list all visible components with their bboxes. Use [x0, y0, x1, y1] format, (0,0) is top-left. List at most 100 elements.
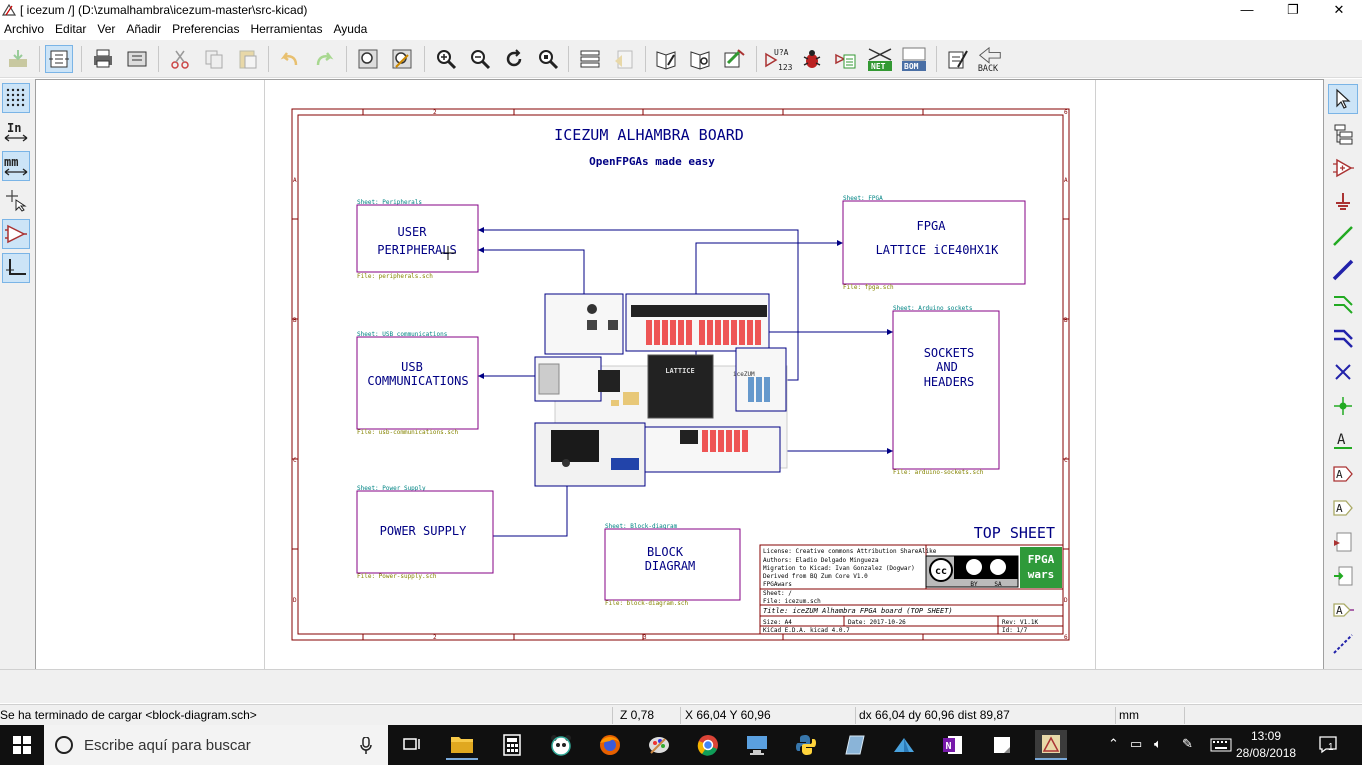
sheet-block-file: File: block-diagram.sch	[605, 600, 688, 607]
schematic-canvas[interactable]: A B C D A B C D 2 6 2 3 6 ICEZUM ALHAMBR…	[35, 79, 1324, 670]
action-center-icon[interactable]: 1	[1318, 734, 1342, 756]
redo-icon[interactable]	[310, 45, 338, 73]
footprint-assign-icon[interactable]	[832, 45, 860, 73]
annotate-schematic-icon[interactable]	[720, 45, 748, 73]
grid-toggle-icon[interactable]	[2, 83, 30, 113]
hierarchy-tree-icon[interactable]	[1328, 119, 1358, 149]
sheet-usb-line1: USB	[401, 360, 423, 374]
close-button[interactable]: ✕	[1316, 0, 1362, 19]
annotate-sub: 123	[778, 63, 792, 72]
hidden-pins-icon[interactable]	[2, 219, 30, 249]
svg-text:A: A	[1336, 604, 1343, 617]
menu-archivo[interactable]: Archivo	[0, 19, 51, 40]
leave-sheet-icon[interactable]	[610, 45, 638, 73]
junction-icon[interactable]	[1328, 391, 1358, 421]
tray-keyboard-icon[interactable]	[1210, 738, 1232, 752]
menu-editar[interactable]: Editar	[51, 19, 93, 40]
bus-to-bus-entry-icon[interactable]	[1328, 323, 1358, 353]
right-tools-toolbar: A A A A	[1324, 79, 1362, 669]
bom-icon[interactable]: BOM	[900, 45, 928, 73]
global-label-icon[interactable]: A	[1328, 459, 1358, 489]
chrome-icon[interactable]	[692, 730, 724, 760]
undo-icon[interactable]	[276, 45, 304, 73]
graphic-line-icon[interactable]	[1328, 629, 1358, 659]
menu-preferencias[interactable]: Preferencias	[168, 19, 246, 40]
units-inch-label: In	[7, 121, 21, 135]
file-explorer-icon[interactable]	[446, 730, 478, 760]
taskbar-search-box[interactable]: Escribe aquí para buscar	[44, 725, 388, 765]
bug-icon[interactable]	[798, 45, 826, 73]
paste-icon[interactable]	[234, 45, 262, 73]
cut-icon[interactable]	[166, 45, 194, 73]
find-replace-icon[interactable]	[388, 45, 416, 73]
main-toolbar: U?A 123 NET BOM BACK	[0, 40, 1362, 78]
tray-battery-icon[interactable]: ▭	[1130, 736, 1142, 752]
tray-volume-icon[interactable]: 🔈︎	[1154, 736, 1162, 752]
hierarchical-sheet-icon[interactable]	[1328, 527, 1358, 557]
title-block: License: Creative commons Attribution Sh…	[759, 544, 1064, 635]
horizontal-scroll-area[interactable]	[0, 669, 1362, 703]
calculator-icon[interactable]	[496, 730, 528, 760]
menu-herramientas[interactable]: Herramientas	[246, 19, 329, 40]
redraw-icon[interactable]	[500, 45, 528, 73]
task-view-icon[interactable]	[396, 730, 428, 760]
add-label-icon[interactable]: A	[1328, 425, 1358, 455]
add-component-icon[interactable]	[1328, 153, 1358, 183]
netlist-icon[interactable]: NET	[866, 45, 894, 73]
library-browser-icon[interactable]	[686, 45, 714, 73]
minimize-button[interactable]: —	[1224, 0, 1270, 19]
menu-ayuda[interactable]: Ayuda	[329, 19, 374, 40]
svg-text:A: A	[1336, 502, 1343, 515]
panda-app-icon[interactable]	[545, 730, 577, 760]
remote-desktop-icon[interactable]	[741, 730, 773, 760]
units-mm-button[interactable]: mm	[2, 151, 30, 181]
no-connect-icon[interactable]	[1328, 357, 1358, 387]
sticky-notes-icon[interactable]	[986, 730, 1018, 760]
start-button[interactable]	[0, 725, 44, 765]
hierarchy-icon[interactable]	[576, 45, 604, 73]
import-sheet-pin-icon[interactable]	[1328, 561, 1358, 591]
annotate-icon[interactable]: U?A 123	[764, 45, 792, 73]
add-bus-icon[interactable]	[1328, 255, 1358, 285]
status-bar: Se ha terminado de cargar <block-diagram…	[0, 704, 1362, 725]
sheet-peripherals-line1: USER	[398, 225, 428, 239]
add-power-icon[interactable]	[1328, 187, 1358, 217]
select-arrow-icon[interactable]	[1328, 84, 1358, 114]
wire-to-bus-entry-icon[interactable]	[1328, 289, 1358, 319]
wire-peripherals-board	[478, 249, 585, 295]
tray-up-arrow-icon[interactable]: ⌃	[1108, 736, 1119, 752]
row-label-c-right: C	[1064, 457, 1068, 464]
pcbnew-icon[interactable]	[944, 45, 972, 73]
tb-kicad: KiCad E.D.A. kicad 4.0.7	[763, 627, 850, 634]
tent-app-icon[interactable]	[888, 730, 920, 760]
sheet-pin-icon[interactable]: A	[1328, 595, 1358, 625]
print-icon[interactable]	[89, 45, 117, 73]
onenote-icon[interactable]: N	[937, 730, 969, 760]
zoom-out-icon[interactable]	[466, 45, 494, 73]
firefox-icon[interactable]	[594, 730, 626, 760]
load-icon[interactable]	[4, 45, 32, 73]
zoom-in-icon[interactable]	[432, 45, 460, 73]
tray-pen-icon[interactable]: ✎	[1182, 736, 1193, 752]
microphone-icon[interactable]	[360, 737, 372, 754]
units-inch-button[interactable]: In	[2, 117, 30, 147]
kicad-eeschema-task-icon[interactable]	[1035, 730, 1067, 760]
copy-icon[interactable]	[200, 45, 228, 73]
plot-icon[interactable]	[123, 45, 151, 73]
python-icon[interactable]	[790, 730, 822, 760]
zoom-fit-icon[interactable]	[534, 45, 562, 73]
find-icon[interactable]	[354, 45, 382, 73]
hierarchical-label-icon[interactable]: A	[1328, 493, 1358, 523]
wire-angle-icon[interactable]	[2, 253, 30, 283]
library-editor-icon[interactable]	[652, 45, 680, 73]
mirror-app-icon[interactable]	[839, 730, 871, 760]
taskbar-clock[interactable]: 13:09 28/08/2018	[1236, 728, 1296, 762]
add-wire-icon[interactable]	[1328, 221, 1358, 251]
maximize-button[interactable]: ❐	[1270, 0, 1316, 19]
hierarchy-navigator-icon[interactable]	[45, 45, 73, 73]
cursor-shape-icon[interactable]	[2, 185, 30, 215]
menu-ver[interactable]: Ver	[93, 19, 122, 40]
back-annotate-icon[interactable]: BACK	[976, 45, 1004, 73]
paint-app-icon[interactable]	[643, 730, 675, 760]
menu-anadir[interactable]: Añadir	[122, 19, 168, 40]
